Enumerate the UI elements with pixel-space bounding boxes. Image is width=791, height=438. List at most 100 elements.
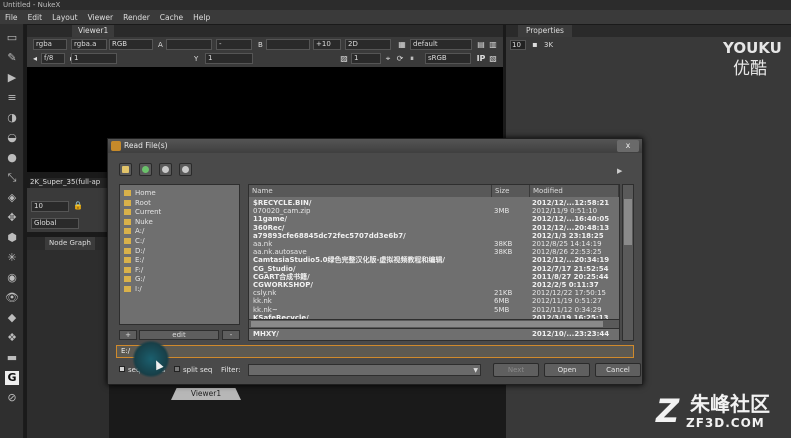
menu-layout[interactable]: Layout (47, 13, 83, 22)
cancel-button[interactable]: Cancel (595, 363, 641, 377)
file-row[interactable]: MHXY/2012/10/...23:23:44 (249, 330, 619, 338)
filter-select[interactable]: ▼ (248, 364, 481, 376)
particles-nodes-icon[interactable]: ✳ (5, 251, 19, 265)
menu-help[interactable]: Help (188, 13, 215, 22)
sequences-checkbox[interactable] (119, 366, 125, 372)
file-row[interactable]: a79893cfe68845dc72fec5707dd3e6b7/2012/1/… (249, 232, 619, 240)
draw-nodes-icon[interactable]: ✎ (5, 51, 19, 65)
b-input-select[interactable] (266, 39, 310, 50)
back-button[interactable] (159, 163, 172, 176)
vscroll-thumb[interactable] (624, 199, 632, 245)
add-bookmark-button[interactable]: + (119, 330, 137, 340)
bookmark-item[interactable]: I:/ (124, 285, 142, 294)
layers-nodes-icon[interactable]: ◈ (5, 191, 19, 205)
keyer-nodes-icon[interactable]: ● (5, 151, 19, 165)
bookmark-item[interactable]: E:/ (124, 256, 144, 265)
bookmark-item[interactable]: F:/ (124, 266, 143, 275)
file-list-hscroll[interactable] (248, 319, 620, 329)
fstop-field[interactable]: f/8 (41, 53, 65, 64)
close-button[interactable]: x (617, 140, 639, 152)
remove-bookmark-button[interactable]: - (222, 330, 240, 340)
file-row[interactable]: kk.nk 6MB 2012/11/19 0:51:27 (249, 297, 619, 305)
column-header-size[interactable]: Size (492, 185, 530, 197)
time-nodes-icon[interactable]: ▶ (5, 71, 19, 85)
preview-expand-icon[interactable]: ▶ (617, 167, 622, 175)
file-row[interactable]: aa.nk 38KB 2012/8/25 14:14:19 (249, 240, 619, 248)
file-row[interactable]: 11game/2012/12/...16:40:05 (249, 215, 619, 223)
crosshair-icon[interactable]: ⌖ (383, 54, 393, 64)
file-row[interactable]: $RECYCLE.BIN/2012/12/...12:58:21 (249, 199, 619, 207)
path-input[interactable]: E:/ (116, 345, 634, 358)
max-panels-field[interactable]: 10 (510, 40, 526, 50)
roi-icon[interactable]: ▥ (488, 40, 498, 50)
bookmark-item[interactable]: Home (124, 189, 156, 198)
next-button[interactable]: Next (493, 363, 539, 377)
file-row[interactable]: CamtasiaStudio5.0绿色完整汉化版-虚拟视频教程和编辑/2012/… (249, 256, 619, 264)
frame-field[interactable]: 10 (31, 201, 69, 212)
transform-mode-select[interactable]: Global (31, 218, 79, 229)
bookmark-item[interactable]: Root (124, 199, 151, 208)
wipe-icon[interactable]: ▧ (488, 54, 498, 64)
forward-button[interactable] (179, 163, 192, 176)
tab-properties[interactable]: Properties (518, 25, 572, 37)
furnace-icon[interactable]: ⊘ (5, 391, 19, 405)
menu-viewer[interactable]: Viewer (83, 13, 119, 22)
bookmark-item[interactable]: D:/ (124, 247, 145, 256)
tab-viewer1[interactable]: Viewer1 (72, 25, 115, 37)
bookmark-item[interactable]: G:/ (124, 275, 145, 284)
channel-nodes-icon[interactable]: ≡ (5, 91, 19, 105)
ip-button[interactable]: IP (476, 54, 486, 64)
gizmo-g-icon[interactable]: G (5, 371, 19, 385)
column-header-name[interactable]: Name (249, 185, 492, 197)
gamma-field[interactable]: 1 (205, 53, 253, 64)
menu-cache[interactable]: Cache (155, 13, 188, 22)
lock-icon[interactable]: 🔒 (73, 201, 83, 211)
file-row[interactable]: CGWORKSHOP/2012/2/5 0:11:37 (249, 281, 619, 289)
3d-nodes-icon[interactable]: ⬢ (5, 231, 19, 245)
menu-render[interactable]: Render (118, 13, 155, 22)
file-row[interactable]: kk.nk~ 5MB 2012/11/12 0:34:29 (249, 306, 619, 314)
file-row[interactable]: 070020_cam.zip 3MB 2012/11/9 0:51:10 (249, 207, 619, 215)
views-nodes-icon[interactable]: 👁 (5, 291, 19, 305)
display-select[interactable]: RGB (109, 39, 153, 50)
edit-bookmark-button[interactable]: edit (139, 330, 219, 340)
file-row[interactable]: CGART合成书籍/2011/8/27 20:25:44 (249, 273, 619, 281)
file-row[interactable]: csly.nk 21KB 2012/12/22 17:50:15 (249, 289, 619, 297)
file-row[interactable]: CG_Studio/2012/7/17 21:52:54 (249, 265, 619, 273)
filter-nodes-icon[interactable]: ◒ (5, 131, 19, 145)
pause-icon[interactable]: ⏸ (407, 54, 417, 64)
proxy-select[interactable]: 1 (351, 53, 381, 64)
column-header-modified[interactable]: Modified (530, 185, 619, 197)
tab-node-graph[interactable]: Node Graph (45, 237, 95, 250)
channels-select[interactable]: rgba (33, 39, 67, 50)
color-nodes-icon[interactable]: ◑ (5, 111, 19, 125)
menu-file[interactable]: File (0, 13, 23, 22)
bookmark-item[interactable]: C:/ (124, 237, 145, 246)
hscroll-thumb[interactable] (251, 321, 603, 327)
bookmark-item[interactable]: A:/ (124, 227, 144, 236)
proxy-icon[interactable]: ▨ (339, 54, 349, 64)
deep-nodes-icon[interactable]: ◉ (5, 271, 19, 285)
lut-icon[interactable]: ▦ (397, 40, 407, 50)
open-button[interactable]: Open (544, 363, 590, 377)
view-mode-select[interactable]: 2D (345, 39, 391, 50)
zoom-select[interactable]: +10 (313, 39, 341, 50)
up-folder-button[interactable] (139, 163, 152, 176)
a-input-select[interactable] (166, 39, 212, 50)
image-nodes-icon[interactable]: ▭ (5, 31, 19, 45)
file-row[interactable]: aa.nk.autosave 38KB 2012/8/26 22:53:25 (249, 248, 619, 256)
fstop-down-icon[interactable]: ◂ (30, 54, 40, 64)
bookmark-item[interactable]: Current (124, 208, 161, 217)
transform-nodes-icon[interactable]: ✥ (5, 211, 19, 225)
merge-nodes-icon[interactable]: ⤡ (5, 171, 19, 185)
new-folder-button[interactable] (119, 163, 132, 176)
pin-icon[interactable]: ▪ (530, 40, 540, 50)
colorspace-select[interactable]: sRGB (425, 53, 471, 64)
metadata-nodes-icon[interactable]: ◆ (5, 311, 19, 325)
file-list-vscroll[interactable] (622, 184, 634, 341)
menu-edit[interactable]: Edit (23, 13, 48, 22)
overlay-icon[interactable]: ▤ (476, 40, 486, 50)
other-nodes-icon[interactable]: ▬ (5, 351, 19, 365)
file-row[interactable]: 360Rec/2012/12/...20:48:13 (249, 224, 619, 232)
viewer-lut-select[interactable]: default (410, 39, 472, 50)
